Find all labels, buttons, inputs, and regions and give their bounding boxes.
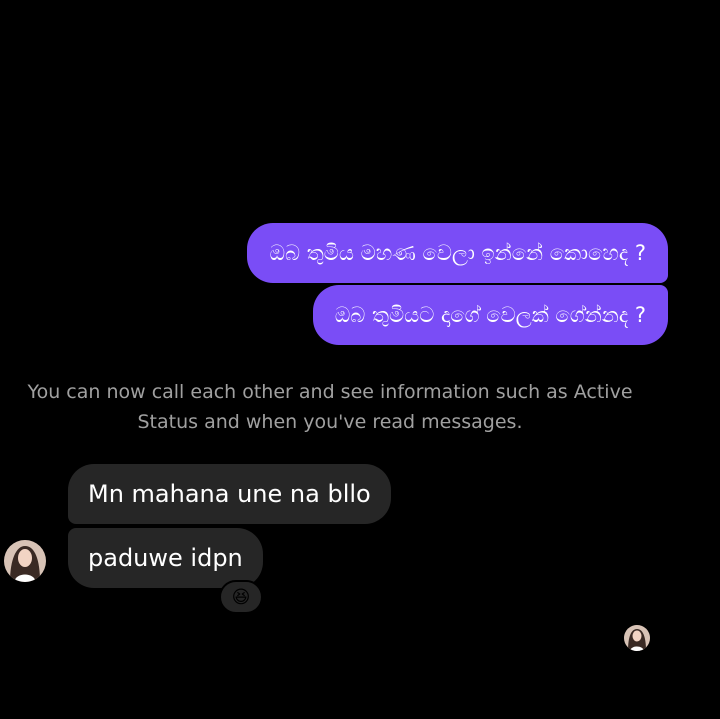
- grinning-squinting-face-icon: 😆: [231, 586, 251, 608]
- outgoing-message[interactable]: ඔබ තුමිය මහණ වෙලා ඉන්නේ කොහෙද ?: [247, 223, 668, 283]
- sender-avatar[interactable]: [4, 540, 46, 582]
- read-receipt-avatar: [624, 625, 650, 651]
- message-reaction[interactable]: 😆: [219, 580, 263, 614]
- outgoing-message[interactable]: ඔබ තුමියට දාගේ වෙලක් ගේන්නද ?: [312, 285, 668, 345]
- system-notice: You can now call each other and see info…: [27, 381, 633, 433]
- avatar-portrait-icon: [624, 625, 650, 651]
- incoming-message[interactable]: Mn mahana une na bllo: [68, 464, 391, 524]
- avatar-portrait-icon: [4, 540, 46, 582]
- chat-thread: ඔබ තුමිය මහණ වෙලා ඉන්නේ කොහෙද ? ඔබ තුමිය…: [0, 0, 720, 719]
- incoming-message[interactable]: paduwe idpn: [68, 528, 263, 588]
